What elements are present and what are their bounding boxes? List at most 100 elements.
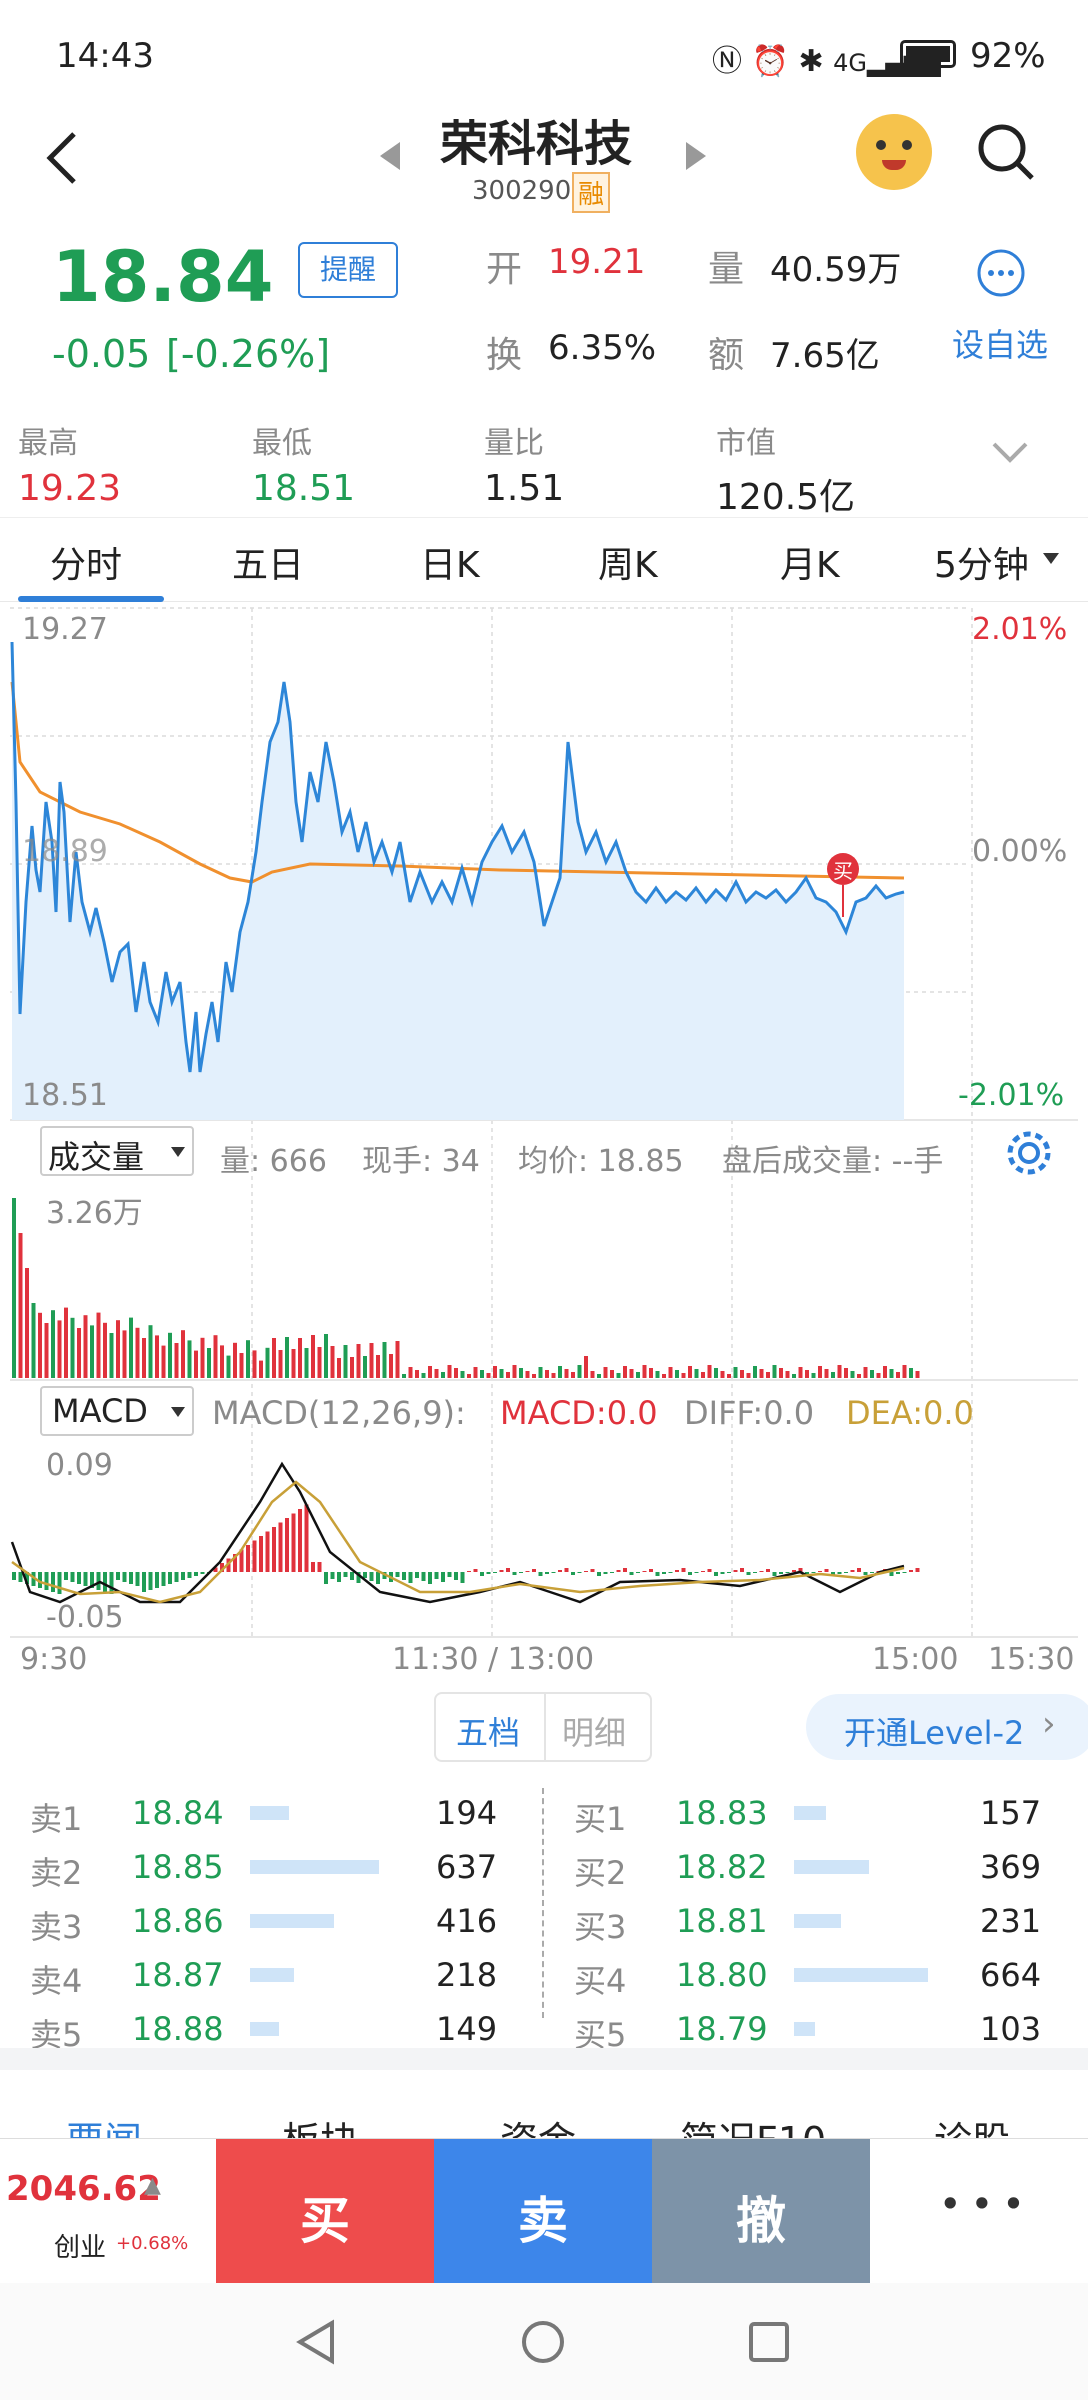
macd-bar xyxy=(818,1571,822,1572)
pct-top-label: 2.01% xyxy=(972,612,1068,647)
index-value: 2046.62 xyxy=(6,2169,161,2209)
volume-bar xyxy=(181,1330,185,1378)
remind-button[interactable]: 提醒 xyxy=(298,242,398,298)
macd-bar xyxy=(376,1572,380,1584)
volume-bar xyxy=(584,1356,588,1378)
tab-5min[interactable]: 5分钟 xyxy=(934,536,1029,588)
volume-indicator-selector[interactable]: 成交量 xyxy=(40,1126,194,1176)
volume-bar xyxy=(213,1335,218,1378)
index-ticker[interactable]: 2046.62 ▲ 创业 +0.68% xyxy=(0,2139,216,2284)
tab-weekly-k[interactable]: 周K xyxy=(598,536,658,588)
volume-bar xyxy=(168,1332,172,1378)
ask-row[interactable]: 卖2 18.85 637 xyxy=(30,1842,550,1892)
tab-intraday[interactable]: 分时 xyxy=(50,536,122,588)
macd-bar xyxy=(363,1572,367,1578)
sell-button[interactable]: 卖 xyxy=(434,2139,652,2284)
ask-row[interactable]: 卖1 18.84 194 xyxy=(30,1788,550,1838)
add-watchlist-button[interactable]: 设自选 xyxy=(952,320,1048,366)
bid-row[interactable]: 买3 18.81 231 xyxy=(574,1896,1088,1946)
volume-bar xyxy=(298,1338,302,1378)
volume-selector-label: 成交量 xyxy=(48,1138,145,1176)
bid-row[interactable]: 买4 18.80 664 xyxy=(574,1950,1088,2000)
ask-row[interactable]: 卖5 18.88 149 xyxy=(30,2004,550,2054)
more-circle-icon[interactable] xyxy=(976,248,1026,298)
volume-bar xyxy=(96,1312,101,1378)
macd-bar xyxy=(77,1572,81,1584)
ask-volume-bar xyxy=(250,2022,279,2036)
next-stock-icon[interactable] xyxy=(684,140,708,172)
tab-daily-k[interactable]: 日K xyxy=(420,536,480,588)
nav-recents-icon[interactable] xyxy=(748,2321,790,2363)
volume-bar xyxy=(499,1369,504,1378)
macd-bar xyxy=(434,1572,439,1579)
macd-bar xyxy=(824,1569,829,1572)
ask-row[interactable]: 卖3 18.86 416 xyxy=(30,1896,550,1946)
macd-bar xyxy=(369,1572,374,1581)
chevron-down-icon[interactable] xyxy=(990,440,1030,464)
macd-bar xyxy=(480,1572,484,1576)
level2-button[interactable]: 开通Level-2 › xyxy=(806,1694,1088,1760)
macd-bar xyxy=(317,1562,322,1572)
quote-panel: 18.84 -0.05 [-0.26%] 提醒 开 19.21 量 40.59万… xyxy=(0,220,1088,400)
volume-bar xyxy=(421,1373,426,1378)
y-prev-close-label: 18.89 xyxy=(22,834,108,869)
bid-row[interactable]: 买5 18.79 103 xyxy=(574,2004,1088,2054)
macd-bar xyxy=(252,1540,257,1572)
macd-indicator-selector[interactable]: MACD xyxy=(40,1386,194,1436)
volume-bar xyxy=(545,1370,549,1378)
nav-home-icon[interactable] xyxy=(520,2319,566,2365)
volume-bar xyxy=(623,1366,627,1378)
tab-five-day[interactable]: 五日 xyxy=(232,536,304,588)
volume-bar xyxy=(389,1354,393,1378)
more-actions-button[interactable]: • • • xyxy=(870,2139,1088,2284)
volume-bar xyxy=(506,1372,510,1378)
macd-bar xyxy=(870,1572,874,1573)
bid-volume: 664 xyxy=(980,1956,1042,1994)
macd-bar xyxy=(837,1572,842,1574)
search-icon[interactable] xyxy=(976,122,1036,182)
volume-bar xyxy=(701,1372,705,1378)
volume-bar xyxy=(116,1320,120,1378)
prev-stock-icon[interactable] xyxy=(378,140,402,172)
settings-gear-icon[interactable] xyxy=(1004,1128,1054,1178)
pct-mid-label: 0.00% xyxy=(972,834,1068,869)
volume-bar xyxy=(467,1374,471,1378)
macd-bar xyxy=(720,1572,725,1574)
volume-bar xyxy=(512,1365,517,1378)
volume-bar xyxy=(564,1369,569,1378)
macd-bar xyxy=(610,1572,614,1573)
tab-monthly-k[interactable]: 月K xyxy=(780,536,840,588)
macd-bar xyxy=(675,1570,679,1572)
back-icon[interactable] xyxy=(44,130,80,186)
bid-row[interactable]: 买1 18.83 157 xyxy=(574,1788,1088,1838)
bid-row[interactable]: 买2 18.82 369 xyxy=(574,1842,1088,1892)
cancel-order-button[interactable]: 撤 xyxy=(652,2139,870,2284)
volume-bar xyxy=(233,1342,237,1378)
chart-area[interactable]: 买 19.27 18.89 18.51 2.01% 0.00% -2.01% 成… xyxy=(0,602,1088,1682)
stock-code: 300290 xyxy=(472,176,572,206)
macd-bar xyxy=(486,1572,491,1574)
macd-bar xyxy=(811,1572,816,1573)
ask-price: 18.86 xyxy=(132,1902,224,1940)
tab-detail[interactable]: 明细 xyxy=(562,1708,626,1754)
buy-button[interactable]: 买 xyxy=(216,2139,434,2284)
ask-row[interactable]: 卖4 18.87 218 xyxy=(30,1950,550,2000)
volume-bar xyxy=(707,1365,712,1378)
ask-volume-bar xyxy=(250,1806,289,1820)
macd-bar xyxy=(577,1572,582,1573)
mascot-icon[interactable] xyxy=(856,114,932,190)
nav-back-icon[interactable] xyxy=(296,2319,336,2365)
macd-bar xyxy=(473,1569,478,1572)
buy-button-label: 买 xyxy=(300,2192,350,2250)
bid-price: 18.82 xyxy=(676,1848,768,1886)
volume-bar xyxy=(772,1365,777,1378)
volume-bar xyxy=(395,1341,400,1378)
macd-bar xyxy=(753,1572,757,1573)
volume-bar xyxy=(90,1325,94,1378)
volume-bar xyxy=(759,1369,764,1378)
tab-five-levels[interactable]: 五档 xyxy=(456,1708,520,1754)
macd-bar xyxy=(311,1562,315,1572)
volume-bar xyxy=(688,1366,692,1378)
volume-bar xyxy=(194,1350,198,1378)
volume-bar xyxy=(83,1315,88,1378)
